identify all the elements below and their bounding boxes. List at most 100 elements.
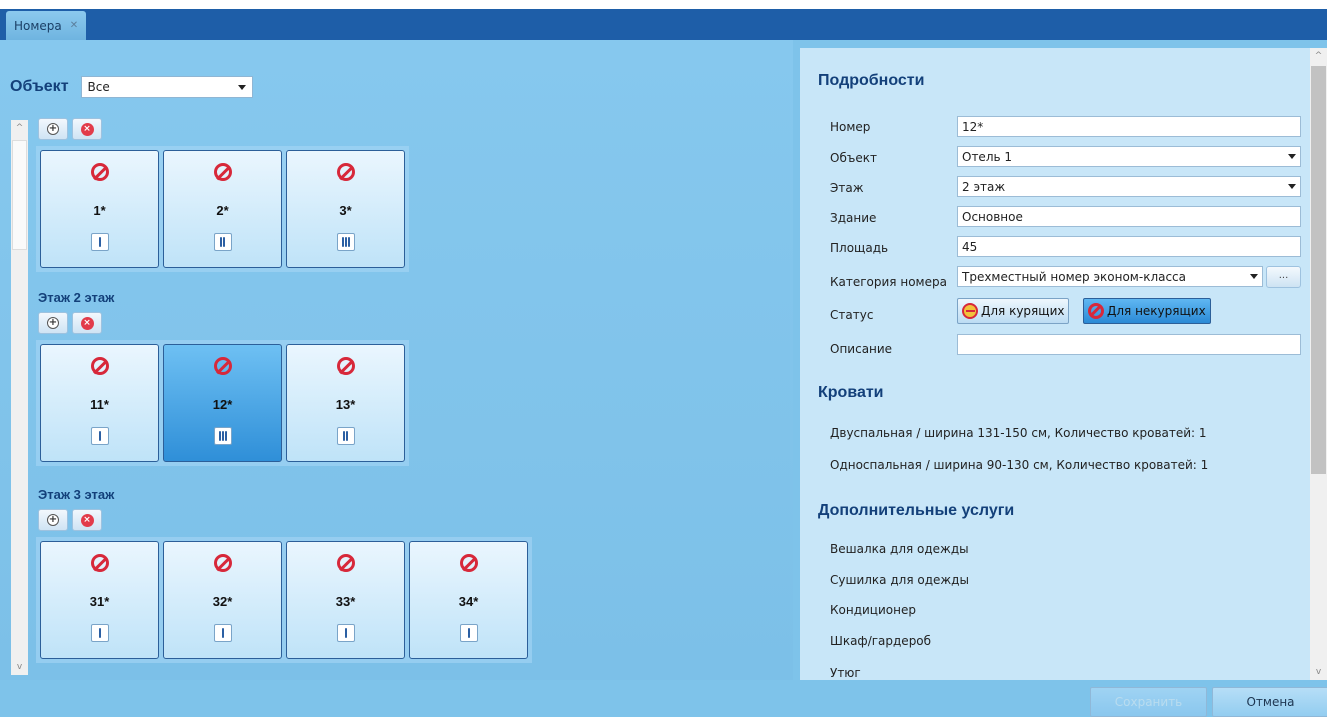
nonsmoking-label: Для некурящих <box>1107 304 1206 318</box>
add-room-button[interactable]: + <box>38 118 68 140</box>
room-card[interactable]: 32* <box>163 541 282 659</box>
no-smoking-icon <box>459 554 478 572</box>
chevron-down-icon <box>1288 184 1296 189</box>
no-smoking-icon <box>90 163 109 181</box>
plus-icon: + <box>47 123 59 135</box>
chevron-down-icon <box>237 84 246 90</box>
chevron-down-icon <box>1288 154 1296 159</box>
double-bed-icon <box>336 427 355 445</box>
smoking-icon <box>962 303 978 319</box>
category-value: Трехместный номер эконом-класса <box>962 269 1187 284</box>
single-bed-icon <box>90 233 109 251</box>
floor-title: Этаж 3 этаж <box>38 487 115 502</box>
object-filter: Объект Все <box>10 76 253 98</box>
single-bed-icon <box>336 624 355 642</box>
service-item: Кондиционер <box>830 603 916 617</box>
floor-group: Этаж 3 этаж + × 31* 32* 33* 34* <box>36 487 532 663</box>
room-card[interactable]: 34* <box>409 541 528 659</box>
object-field-select[interactable]: Отель 1 <box>957 146 1301 167</box>
service-item: Вешалка для одежды <box>830 542 969 556</box>
nonsmoking-toggle[interactable]: Для некурящих <box>1083 298 1211 324</box>
single-bed-icon <box>90 427 109 445</box>
add-room-button[interactable]: + <box>38 312 68 334</box>
room-card[interactable]: 11* <box>40 344 159 462</box>
scroll-thumb[interactable] <box>1311 66 1326 474</box>
scroll-thumb[interactable] <box>12 140 27 250</box>
building-value: Основное <box>962 209 1023 224</box>
category-select[interactable]: Трехместный номер эконом-класса <box>957 266 1263 287</box>
footer-bar: Сохранить Отмена <box>0 680 1327 717</box>
floor-group: Этаж 2 этаж + × 11* 12* 13* <box>36 290 409 466</box>
floor-value: 2 этаж <box>962 179 1006 194</box>
bed-item: Односпальная / ширина 90-130 см, Количес… <box>830 458 1209 472</box>
beds-title: Кровати <box>818 384 884 401</box>
room-number: 13* <box>335 397 356 412</box>
area-label: Площадь <box>830 241 889 255</box>
single-bed-icon <box>90 624 109 642</box>
room-card-selected[interactable]: 12* <box>163 344 282 462</box>
room-card[interactable]: 1* <box>40 150 159 268</box>
rooms-scrollbar[interactable]: ^ v <box>11 120 28 675</box>
tab-rooms[interactable]: Номера ✕ <box>6 11 87 40</box>
delete-room-button[interactable]: × <box>72 509 102 531</box>
plus-icon: + <box>47 514 59 526</box>
delete-room-button[interactable]: × <box>72 118 102 140</box>
room-card[interactable]: 33* <box>286 541 405 659</box>
details-scrollbar[interactable]: ^ v <box>1310 48 1327 680</box>
delete-room-button[interactable]: × <box>72 312 102 334</box>
scroll-up-icon[interactable]: ^ <box>1310 48 1327 64</box>
floor-controls: + × <box>38 312 409 334</box>
triple-bed-icon <box>213 427 232 445</box>
smoking-label: Для курящих <box>981 304 1065 318</box>
delete-icon: × <box>80 316 94 330</box>
floor-controls: + × <box>38 509 532 531</box>
save-button[interactable]: Сохранить <box>1090 687 1207 717</box>
room-card[interactable]: 2* <box>163 150 282 268</box>
scroll-up-icon[interactable]: ^ <box>11 120 28 136</box>
service-item: Сушилка для одежды <box>830 573 969 587</box>
rooms-panel: Объект Все ^ v + × 1* 2* 3* Этаж 2 этаж … <box>0 40 793 680</box>
building-label: Здание <box>830 211 877 225</box>
scroll-down-icon[interactable]: v <box>11 659 28 675</box>
details-title: Подробности <box>818 72 925 89</box>
delete-icon: × <box>80 513 94 527</box>
single-bed-icon <box>213 624 232 642</box>
room-card[interactable]: 31* <box>40 541 159 659</box>
plus-icon: + <box>47 317 59 329</box>
room-number: 32* <box>212 594 233 609</box>
description-field[interactable] <box>957 334 1301 355</box>
floor-select[interactable]: 2 этаж <box>957 176 1301 197</box>
no-smoking-icon <box>213 163 232 181</box>
no-smoking-icon <box>1088 303 1104 319</box>
services-title: Дополнительные услуги <box>818 502 1015 519</box>
scroll-down-icon[interactable]: v <box>1310 664 1327 680</box>
room-card[interactable]: 13* <box>286 344 405 462</box>
number-field[interactable]: 12* <box>957 116 1301 137</box>
area-value: 45 <box>962 239 978 254</box>
service-item: Шкаф/гардероб <box>830 634 932 648</box>
smoking-toggle[interactable]: Для курящих <box>957 298 1070 324</box>
room-list: 1* 2* 3* <box>36 146 409 272</box>
cancel-button[interactable]: Отмена <box>1212 687 1327 717</box>
room-number: 11* <box>90 397 109 412</box>
room-number: 2* <box>216 203 229 218</box>
category-more-button[interactable]: ... <box>1266 266 1301 288</box>
no-smoking-icon <box>336 163 355 181</box>
status-label: Статус <box>830 308 874 322</box>
room-number: 12* <box>212 397 233 412</box>
building-field[interactable]: Основное <box>957 206 1301 227</box>
add-room-button[interactable]: + <box>38 509 68 531</box>
room-number: 33* <box>335 594 356 609</box>
room-list: 11* 12* 13* <box>36 340 409 466</box>
single-bed-icon <box>459 624 478 642</box>
tab-strip: Номера ✕ <box>0 0 1327 40</box>
room-card[interactable]: 3* <box>286 150 405 268</box>
object-select[interactable]: Все <box>80 76 253 98</box>
close-icon[interactable]: ✕ <box>70 20 78 31</box>
tab-bar <box>0 9 1327 40</box>
number-label: Номер <box>830 120 871 134</box>
no-smoking-icon <box>336 357 355 375</box>
number-value: 12* <box>962 119 984 134</box>
area-field[interactable]: 45 <box>957 236 1301 257</box>
room-number: 1* <box>93 203 106 218</box>
